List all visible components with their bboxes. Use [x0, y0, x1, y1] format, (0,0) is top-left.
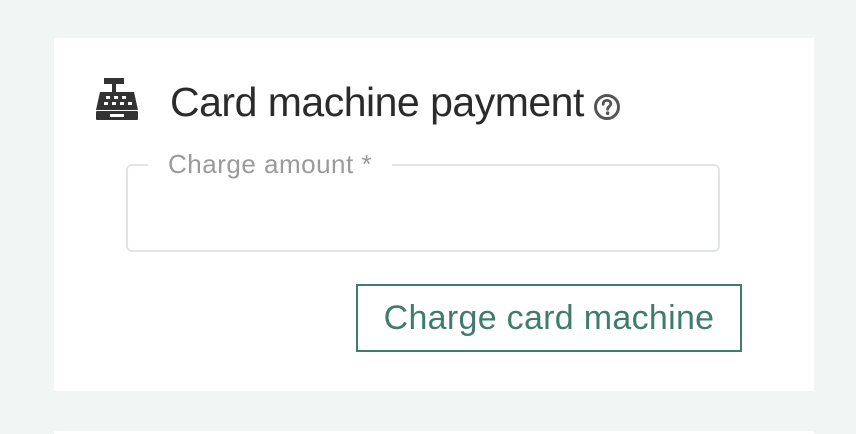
charge-amount-field: Charge amount * — [126, 146, 720, 252]
charge-amount-input[interactable] — [144, 184, 708, 236]
card-machine-payment-panel: Card machine payment Charge amount * Cha… — [54, 38, 814, 391]
cash-register-icon — [94, 76, 140, 122]
help-icon[interactable] — [593, 93, 621, 121]
charge-amount-label: Charge amount * — [148, 146, 393, 182]
charge-card-machine-button[interactable]: Charge card machine — [356, 284, 742, 352]
panel-title: Card machine payment — [170, 79, 584, 125]
